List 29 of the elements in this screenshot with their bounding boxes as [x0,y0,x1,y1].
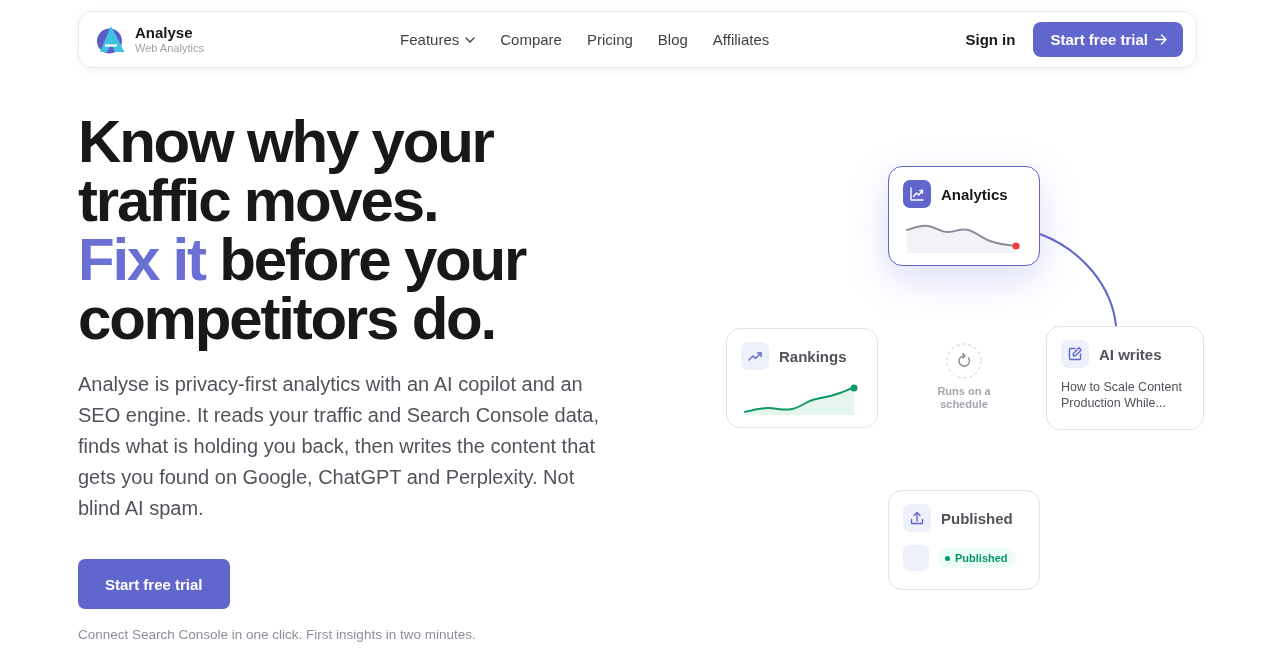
brand-name: Analyse [135,24,194,41]
endpoint-dot-icon [1012,242,1020,250]
nav-link[interactable]: Affiliates [712,31,770,48]
nav-link[interactable]: Blog [657,31,688,48]
nav-link[interactable]: Pricing [586,31,633,48]
status-text: Published [955,552,1008,564]
schedule-label: Runs on a schedule [936,385,992,411]
card-title: Analytics [941,185,1008,203]
start-trial-button[interactable]: Start free trial [1033,22,1183,57]
draft-title: How to Scale Content Production While... [1061,379,1183,411]
refresh-icon [946,343,982,379]
edit-icon [1061,340,1089,368]
hero-note: Connect Search Console in one click. First insights in two minutes. [78,626,477,644]
logo-icon[interactable] [96,25,125,54]
start-trial-button[interactable]: Start free trial [78,559,230,609]
status-dot-icon [945,555,950,561]
card-title: Published [941,509,1013,527]
nav-link[interactable]: Compare [500,31,562,48]
brand-tagline: Web Analytics [135,42,204,55]
arrow-right-icon [1155,34,1167,45]
card-title: Rankings [779,347,847,365]
trend-up-icon [741,342,769,370]
nav-link[interactable]: Features [400,31,476,48]
hero-description: Analyse is privacy-first analytics with an AI copilot and an SEO engine. It reads your traffic and Search Console data, finds what is holding you back, then writes the content that gets you found on Google, ChatGPT and Perplexity. Not blind AI spam. [78,372,601,521]
line-chart-icon [903,180,931,208]
upload-icon [903,504,931,532]
chevron-down-icon [465,36,476,43]
card-title: AI writes [1099,345,1162,363]
sign-in-link[interactable]: Sign in [965,31,1016,48]
